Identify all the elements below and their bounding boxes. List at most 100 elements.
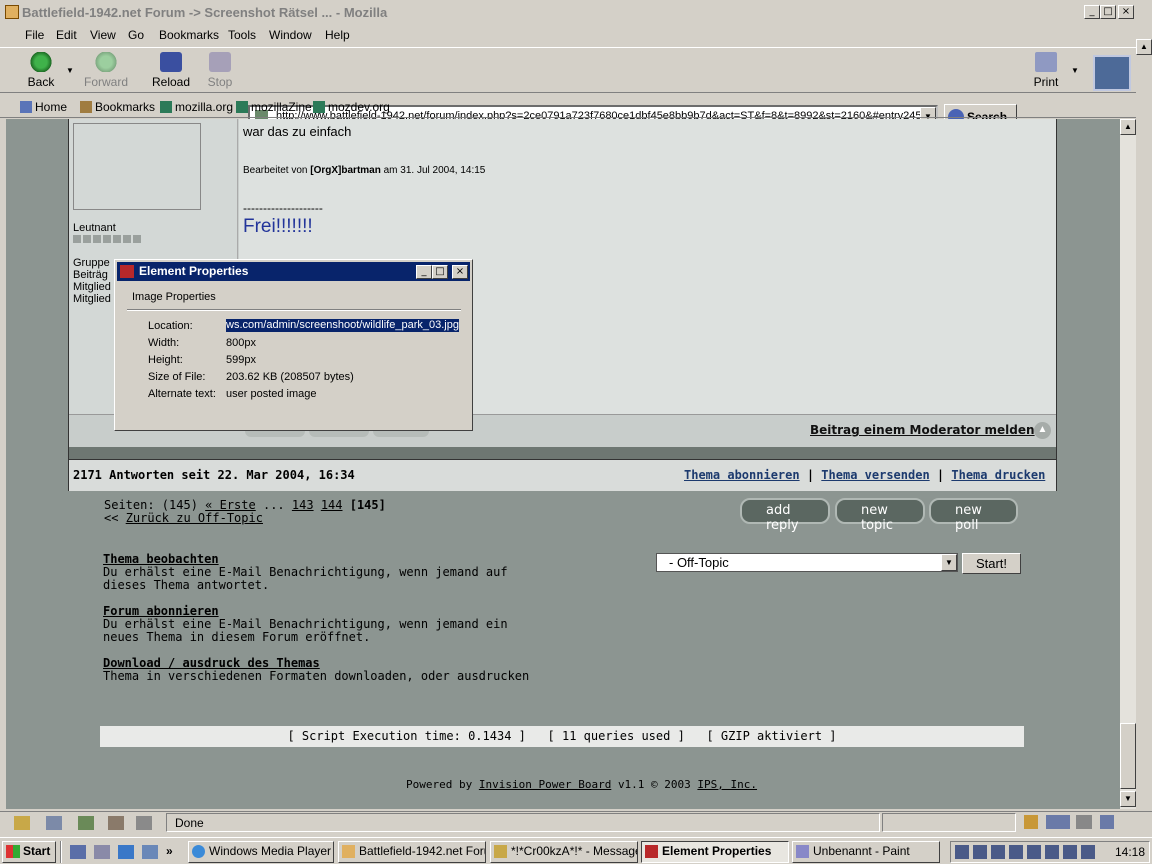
reload-icon bbox=[160, 52, 182, 72]
navigator-icon[interactable] bbox=[14, 816, 30, 830]
minimize-button[interactable]: _ bbox=[1084, 5, 1100, 19]
menu-bar: File Edit View Go Bookmarks Tools Window… bbox=[0, 25, 1136, 47]
outer-scroll-up-icon[interactable]: ▲ bbox=[1136, 39, 1152, 55]
option-description: Du erhälst eine E-Mail Benachrichtigung,… bbox=[103, 565, 508, 592]
new-poll-button[interactable]: new poll bbox=[929, 498, 1018, 533]
menu-help[interactable]: Help bbox=[325, 28, 350, 42]
menu-go[interactable]: Go bbox=[128, 28, 144, 42]
new-topic-button[interactable]: new topic bbox=[835, 498, 925, 533]
tray-icons[interactable] bbox=[955, 845, 1099, 859]
dialog-maximize-button[interactable]: □ bbox=[432, 265, 448, 279]
forum-jump-select[interactable]: - Off-Topic ▼ bbox=[656, 553, 958, 572]
printer-icon bbox=[1035, 52, 1057, 72]
option-description: Thema in verschiedenen Formaten download… bbox=[103, 669, 530, 683]
bookmark-icon bbox=[313, 101, 325, 113]
forward-label: Forward bbox=[84, 75, 129, 89]
page-scrollbar[interactable]: ▲ ▼ bbox=[1120, 119, 1136, 809]
chevron-down-icon[interactable]: ▼ bbox=[941, 554, 957, 571]
close-button[interactable]: × bbox=[1118, 5, 1134, 19]
dialog-minimize-button[interactable]: _ bbox=[416, 265, 432, 279]
menu-bookmarks[interactable]: Bookmarks bbox=[159, 28, 219, 42]
bookmark-home[interactable]: Home bbox=[20, 100, 67, 114]
quicklaunch-icon[interactable] bbox=[70, 845, 86, 859]
task-label: *!*Cr00kzA*!* - Message... bbox=[511, 844, 638, 858]
ipb-link[interactable]: Invision Power Board bbox=[479, 778, 611, 791]
system-tray: 14:18 bbox=[950, 841, 1150, 863]
stop-label: Stop bbox=[207, 75, 233, 89]
current-page: [145] bbox=[349, 498, 386, 512]
addressbook-icon[interactable] bbox=[108, 816, 124, 830]
outer-scrollbar[interactable]: ▲ bbox=[1136, 25, 1152, 809]
scroll-down-icon[interactable]: ▼ bbox=[1120, 791, 1136, 807]
reload-button[interactable]: Reload bbox=[152, 52, 190, 89]
page-link[interactable]: 144 bbox=[321, 498, 343, 512]
separator: | bbox=[936, 468, 945, 482]
location-value[interactable]: ws.com/admin/screenshoot/wildlife_park_0… bbox=[226, 319, 459, 332]
back-dropdown-icon[interactable]: ▼ bbox=[66, 66, 74, 75]
page-link[interactable]: 143 bbox=[292, 498, 314, 512]
edited-date: am 31. Jul 2004, 14:15 bbox=[383, 165, 486, 176]
element-properties-dialog: Element Properties _ □ × Image Propertie… bbox=[114, 259, 473, 431]
menu-window[interactable]: Window bbox=[269, 28, 312, 42]
task-messenger[interactable]: *!*Cr00kzA*!* - Message... bbox=[490, 841, 638, 863]
task-element-properties[interactable]: Element Properties bbox=[641, 841, 789, 863]
print-button[interactable]: Print bbox=[1030, 52, 1062, 89]
task-label: Element Properties bbox=[662, 844, 772, 858]
quicklaunch-icon[interactable] bbox=[94, 845, 110, 859]
print-topic-link[interactable]: Thema drucken bbox=[951, 468, 1045, 482]
back-to-forum-link[interactable]: Zurück zu Off-Topic bbox=[126, 511, 263, 525]
add-reply-label: add reply bbox=[766, 503, 799, 533]
dialog-close-button[interactable]: × bbox=[452, 265, 468, 279]
bookmark-icon bbox=[160, 101, 172, 113]
stop-button[interactable]: Stop bbox=[206, 52, 234, 89]
mail-icon[interactable] bbox=[46, 816, 62, 830]
scroll-thumb[interactable] bbox=[1120, 723, 1136, 789]
security-icon[interactable] bbox=[1024, 815, 1038, 829]
page-content: Leutnant Gruppe Beiträg Mitglied Mitglie… bbox=[6, 119, 1120, 809]
task-mozilla[interactable]: Battlefield-1942.net Foru... bbox=[338, 841, 486, 863]
subscribe-topic-link[interactable]: Thema abonnieren bbox=[684, 468, 800, 482]
lock-icon[interactable] bbox=[1100, 815, 1114, 829]
topic-options: Thema beobachten Du erhälst eine E-Mail … bbox=[103, 553, 543, 683]
chat-icon[interactable] bbox=[136, 816, 152, 830]
menu-file[interactable]: File bbox=[25, 28, 44, 42]
watch-topic-link[interactable]: Thema beobachten bbox=[103, 552, 219, 566]
online-icon[interactable] bbox=[1046, 815, 1070, 829]
menu-edit[interactable]: Edit bbox=[56, 28, 77, 42]
download-topic-link[interactable]: Download / ausdruck des Themas bbox=[103, 656, 320, 670]
report-link[interactable]: Beitrag einem Moderator melden bbox=[810, 423, 1035, 437]
chevron-right-icon[interactable]: » bbox=[166, 844, 173, 858]
menu-tools[interactable]: Tools bbox=[228, 28, 256, 42]
add-reply-button[interactable]: add reply bbox=[740, 498, 830, 533]
forward-button[interactable]: Forward bbox=[84, 52, 128, 89]
cookie-icon[interactable] bbox=[1076, 815, 1092, 829]
forum-jump-go-button[interactable]: Start! bbox=[962, 553, 1021, 574]
forum-jump-value: - Off-Topic bbox=[669, 555, 729, 570]
powered-version: v1.1 © 2003 bbox=[617, 778, 691, 791]
dialog-title-bar[interactable]: Element Properties _ □ × bbox=[117, 262, 470, 281]
ie-icon[interactable] bbox=[118, 845, 134, 859]
ips-link[interactable]: IPS, Inc. bbox=[697, 778, 757, 791]
task-paint[interactable]: Unbenannt - Paint bbox=[792, 841, 940, 863]
send-topic-link[interactable]: Thema versenden bbox=[821, 468, 929, 482]
bookmark-mozdev[interactable]: mozdev.org bbox=[313, 100, 390, 114]
scroll-up-icon[interactable]: ▲ bbox=[1120, 119, 1136, 135]
composer-icon[interactable] bbox=[78, 816, 94, 830]
status-text: Done bbox=[175, 816, 204, 830]
start-button[interactable]: Start bbox=[2, 841, 56, 863]
new-topic-label: new topic bbox=[861, 503, 894, 533]
quicklaunch-icon[interactable] bbox=[142, 845, 158, 859]
subscribe-forum-link[interactable]: Forum abonnieren bbox=[103, 604, 219, 618]
back-button[interactable]: Back bbox=[24, 52, 58, 89]
print-dropdown-icon[interactable]: ▼ bbox=[1071, 66, 1079, 75]
menu-view[interactable]: View bbox=[90, 28, 116, 42]
task-windows-media-player[interactable]: Windows Media Player bbox=[188, 841, 334, 863]
bookmark-mozillazine[interactable]: mozillaZine bbox=[236, 100, 312, 114]
maximize-button[interactable]: □ bbox=[1100, 5, 1116, 19]
scroll-top-icon[interactable]: ▲ bbox=[1034, 422, 1051, 439]
bookmark-mozilla-org[interactable]: mozilla.org bbox=[160, 100, 233, 114]
first-page-link[interactable]: « Erste bbox=[205, 498, 256, 512]
pagination: Seiten: (145) « Erste ... 143 144 [145] bbox=[104, 498, 386, 512]
windows-logo-icon bbox=[6, 845, 20, 858]
bookmark-bookmarks[interactable]: Bookmarks bbox=[80, 100, 155, 114]
